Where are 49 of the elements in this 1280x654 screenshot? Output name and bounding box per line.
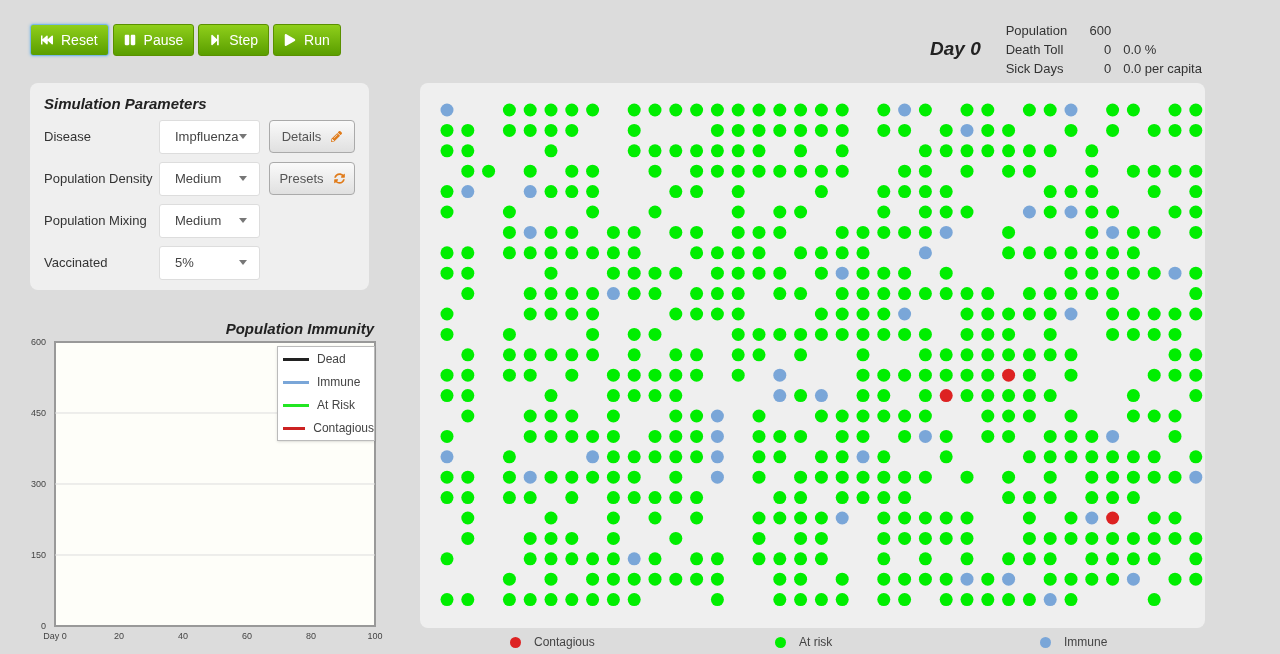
legend-label: At risk — [799, 634, 833, 651]
x-tick-label: 40 — [178, 631, 188, 641]
parameter-select[interactable]: 5% — [159, 245, 260, 280]
parameter-label: Disease — [44, 127, 92, 146]
caret-icon — [239, 260, 247, 265]
stat-label: Death Toll — [1005, 40, 1065, 59]
caret-icon — [239, 218, 247, 223]
y-tick-label: 150 — [30, 550, 46, 560]
legend-label: Immune — [1064, 634, 1108, 651]
parameter-select[interactable]: Medium — [159, 161, 260, 196]
pause-icon — [123, 34, 136, 46]
panel-title: Simulation Parameters — [44, 94, 208, 114]
day-label: Day 0 — [930, 36, 981, 61]
caret-icon — [239, 176, 247, 181]
y-tick-label: 300 — [30, 479, 46, 489]
stat-extra: 0.0 % — [1123, 40, 1158, 59]
legend-label: At Risk — [317, 397, 355, 414]
y-tick-label: 600 — [30, 337, 46, 347]
chart-title: Population Immunity — [224, 318, 374, 339]
caret-icon — [239, 134, 247, 139]
stat-value: 0 — [1102, 40, 1112, 59]
details-button[interactable]: Details — [269, 120, 355, 153]
step-icon — [209, 34, 222, 46]
legend-label: Dead — [317, 351, 346, 368]
reset-icon — [41, 34, 53, 46]
y-tick-label: 0 — [41, 621, 46, 631]
x-tick-label: Day 0 — [43, 631, 67, 641]
pencil-icon — [331, 131, 343, 142]
presets-button[interactable]: Presets — [269, 162, 355, 195]
x-tick-label: 80 — [306, 631, 316, 641]
y-tick-label: 450 — [30, 408, 46, 418]
legend-label: Contagious — [534, 634, 595, 651]
stat-value: 600 — [1088, 21, 1112, 40]
x-tick-label: 100 — [367, 631, 383, 641]
legend-label: Immune — [317, 374, 361, 391]
stat-value: 0 — [1102, 59, 1112, 78]
stat-label: Sick Days — [1005, 59, 1065, 78]
legend-label: Contagious — [313, 420, 374, 437]
run-icon — [284, 34, 297, 46]
parameter-label: Population Mixing — [44, 211, 148, 230]
parameter-select[interactable]: Medium — [159, 203, 260, 238]
x-tick-label: 60 — [242, 631, 252, 641]
stat-label: Population — [1005, 21, 1068, 40]
parameter-label: Vaccinated — [44, 253, 109, 272]
parameter-select[interactable]: Impfluenza — [159, 119, 260, 154]
x-tick-label: 20 — [114, 631, 124, 641]
parameter-label: Population Density — [44, 169, 154, 188]
refresh-icon — [333, 173, 345, 184]
stat-extra: 0.0 per capita — [1123, 59, 1202, 78]
